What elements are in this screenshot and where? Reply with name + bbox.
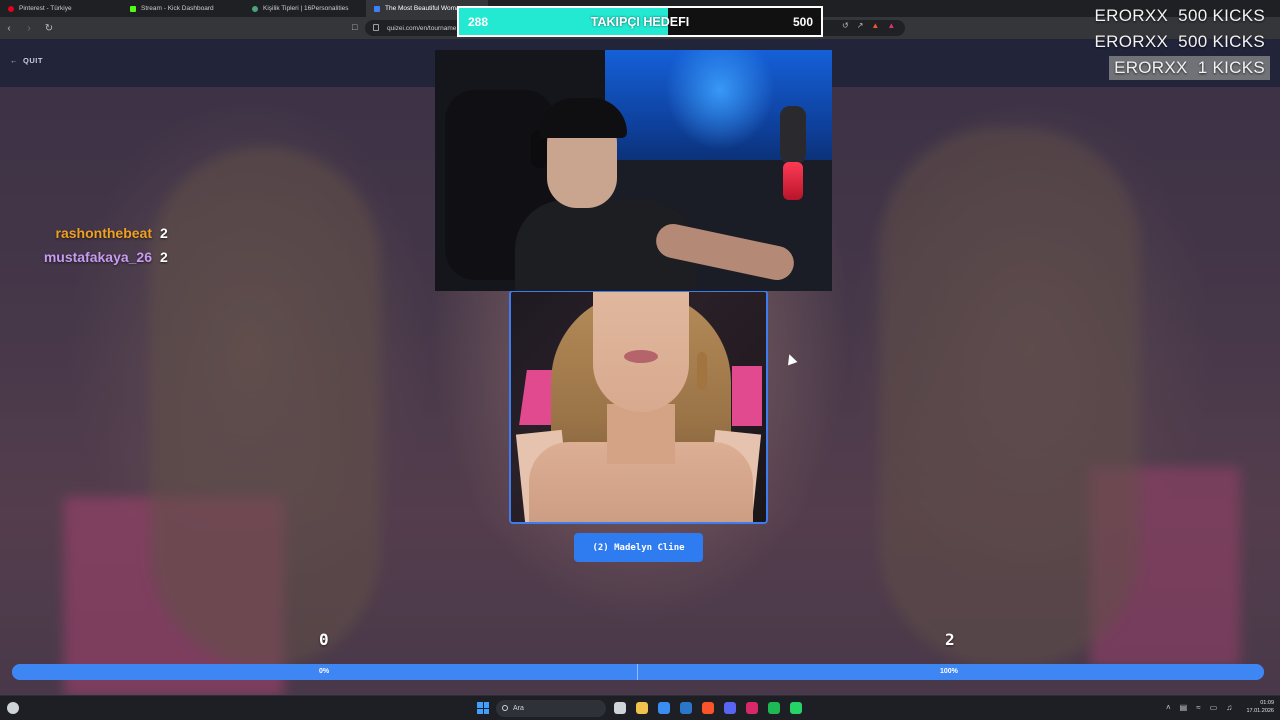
- score-left: 0: [319, 630, 329, 649]
- goal-target: 500: [792, 15, 813, 29]
- whatsapp-icon[interactable]: [790, 702, 802, 714]
- leaderboard-row: mustafakaya_26 2: [44, 249, 170, 265]
- history-icon[interactable]: ↺: [842, 21, 849, 30]
- leaderboard-username: rashonthebeat: [55, 225, 152, 241]
- photo-neck: [607, 404, 675, 464]
- brave-icon[interactable]: [702, 702, 714, 714]
- tab-label: Pinterest - Türkiye: [19, 5, 72, 12]
- forward-icon[interactable]: ›: [24, 23, 34, 34]
- follower-goal-bar: 288 TAKIPÇI HEDEFI 500: [457, 6, 823, 37]
- tab-label: Stream - Kick Dashboard: [141, 5, 214, 12]
- kick-icon: [130, 5, 136, 12]
- 16personalities-icon: [252, 5, 258, 12]
- webcam-lamp-glow: [665, 50, 775, 150]
- leaderboard-score: 2: [160, 225, 168, 241]
- microphone-light: [783, 162, 803, 200]
- share-icon[interactable]: ↗: [857, 21, 864, 30]
- quit-label: QUIT: [23, 56, 43, 65]
- bookmark-icon[interactable]: □: [352, 22, 357, 32]
- photo-lips: [624, 350, 658, 363]
- instagram-icon[interactable]: [746, 702, 758, 714]
- contestant-card[interactable]: [509, 290, 768, 524]
- kick-alert: ERORXX 500 KICKS: [1094, 32, 1265, 51]
- score-right: 2: [945, 630, 955, 649]
- url-text: quizei.com/en/tourname: [387, 24, 457, 32]
- quizei-icon: [374, 5, 380, 12]
- reload-icon[interactable]: ↻: [44, 23, 54, 34]
- back-icon[interactable]: ‹: [4, 23, 14, 34]
- chevron-up-icon[interactable]: ˄: [1166, 703, 1171, 712]
- webcam-overlay: [435, 50, 832, 291]
- photo-pink-backdrop: [732, 366, 762, 426]
- leaderboard-row: rashonthebeat 2: [44, 225, 170, 241]
- taskbar-clock[interactable]: 01:09 17.01.2026: [1238, 699, 1274, 715]
- tab-16personalities[interactable]: Kişilik Tipleri | 16Personalities: [244, 0, 366, 17]
- kick-alert: ERORXX 1 KICKS: [1109, 56, 1270, 80]
- tab-label: The Most Beautiful Woman: [385, 5, 464, 12]
- search-icon: [502, 705, 508, 711]
- taskbar: Ara ˄ ▤ ≈ ▭ ♫ 01:09 17.01.2026: [0, 695, 1280, 720]
- tab-pinterest[interactable]: Pinterest - Türkiye: [0, 0, 122, 17]
- extension-icons: ↺ ↗ ▲ ▲: [842, 21, 895, 30]
- battery-icon[interactable]: ▭: [1210, 703, 1218, 712]
- clock-time: 01:09: [1260, 700, 1274, 706]
- leaderboard-score: 2: [160, 249, 168, 265]
- arrow-left-icon: ←: [10, 56, 18, 65]
- start-icon[interactable]: [477, 702, 489, 714]
- photo-earring: [697, 352, 707, 390]
- steam-icon[interactable]: [680, 702, 692, 714]
- tab-label: Kişilik Tipleri | 16Personalities: [263, 5, 349, 12]
- progress-divider: [637, 664, 638, 680]
- chat-leaderboard: rashonthebeat 2 mustafakaya_26 2: [44, 225, 170, 265]
- contestant-name-button[interactable]: (2) Madelyn Cline: [574, 533, 703, 562]
- microphone-icon: [780, 106, 806, 164]
- spotify-icon[interactable]: [768, 702, 780, 714]
- search-placeholder: Ara: [513, 705, 524, 712]
- goal-label: TAKIPÇI HEDEFI: [590, 15, 690, 29]
- wifi-icon[interactable]: ≈: [1196, 703, 1200, 712]
- task-view-icon[interactable]: [614, 702, 626, 714]
- lock-icon: [373, 24, 379, 31]
- progress-right-percent: 100%: [940, 668, 958, 675]
- brave-shield-icon[interactable]: ▲: [871, 21, 879, 30]
- kick-alert: ERORXX 500 KICKS: [1094, 6, 1265, 25]
- progress-left-percent: 0%: [319, 668, 330, 675]
- rewards-icon[interactable]: ▲: [887, 21, 895, 30]
- clock-date: 17.01.2026: [1246, 708, 1274, 714]
- mail-icon[interactable]: [658, 702, 670, 714]
- discord-icon[interactable]: [724, 702, 736, 714]
- file-explorer-icon[interactable]: [636, 702, 648, 714]
- system-tray: ˄ ▤ ≈ ▭ ♫: [1166, 703, 1232, 712]
- network-icon[interactable]: ▤: [1180, 703, 1188, 712]
- weather-icon[interactable]: [7, 702, 19, 714]
- quit-button[interactable]: ← QUIT: [10, 56, 43, 65]
- vote-progress-bar: 0% 100%: [12, 664, 1264, 680]
- taskbar-apps: [614, 702, 802, 714]
- progress-fill: [12, 664, 1264, 680]
- taskbar-search[interactable]: Ara: [496, 700, 606, 717]
- volume-icon[interactable]: ♫: [1226, 703, 1232, 712]
- leaderboard-username: mustafakaya_26: [43, 249, 152, 265]
- pinterest-icon: [8, 5, 14, 12]
- tab-kick-dashboard[interactable]: Stream - Kick Dashboard: [122, 0, 244, 17]
- kick-alerts: ERORXX 500 KICKS ERORXX 500 KICKS ERORXX…: [1090, 4, 1270, 80]
